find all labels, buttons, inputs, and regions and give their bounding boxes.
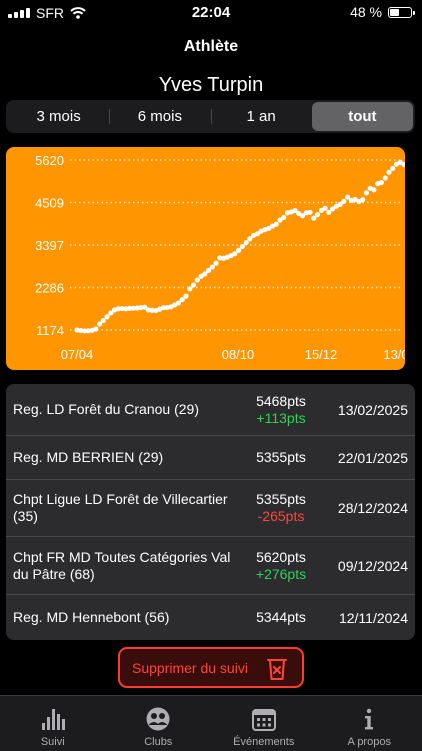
period-segmented-control: 3 mois 6 mois 1 an tout — [6, 100, 415, 133]
data-point — [195, 277, 200, 282]
data-point — [379, 180, 384, 185]
y-tick-label: 2286 — [35, 281, 64, 296]
data-point — [364, 190, 369, 195]
segment-all[interactable]: tout — [312, 102, 413, 131]
data-point — [315, 212, 320, 217]
info-icon — [356, 706, 382, 732]
data-point — [187, 286, 192, 291]
data-point — [213, 261, 218, 266]
result-delta: +276pts — [241, 566, 321, 583]
tab-a-propos[interactable]: A propos — [317, 696, 422, 751]
result-points-cell: 5355pts -265pts — [241, 491, 321, 525]
x-tick-label: 15/12 — [305, 347, 338, 362]
result-date: 28/12/2024 — [321, 500, 415, 516]
result-points-cell: 5355pts — [241, 449, 321, 466]
result-delta: -265pts — [241, 508, 321, 525]
result-name: Chpt Ligue LD Forêt de Villecartier (35) — [6, 491, 241, 525]
data-point — [390, 166, 395, 171]
segment-1-year[interactable]: 1 an — [211, 102, 312, 131]
athlete-name: Yves Turpin — [0, 74, 422, 97]
data-point — [281, 215, 286, 220]
data-point — [210, 264, 215, 269]
result-name: Reg. LD Forêt du Cranou (29) — [6, 401, 241, 418]
tab-label: A propos — [348, 736, 391, 748]
result-row[interactable]: Chpt Ligue LD Forêt de Villecartier (35)… — [6, 480, 415, 537]
result-row[interactable]: Reg. MD BERRIEN (29) 5355pts 22/01/2025 — [6, 436, 415, 480]
result-points: 5620pts — [256, 549, 306, 565]
y-tick-label: 1174 — [36, 323, 64, 338]
result-date: 12/11/2024 — [321, 610, 415, 626]
tab-clubs[interactable]: Clubs — [106, 696, 212, 751]
tab-label: Clubs — [144, 736, 172, 748]
result-points-cell: 5344pts — [241, 609, 321, 626]
tab-evenements[interactable]: Événements — [211, 696, 317, 751]
result-points: 5355pts — [256, 449, 306, 465]
data-point — [183, 294, 188, 299]
calendar-icon — [251, 706, 277, 732]
chart-bars-icon — [40, 706, 66, 732]
result-points: 5355pts — [256, 491, 306, 507]
data-point — [386, 170, 391, 175]
tab-label: Événements — [233, 736, 294, 748]
data-point — [93, 326, 98, 331]
result-points: 5344pts — [256, 609, 306, 625]
battery-percent: 48 % — [350, 4, 382, 20]
result-row[interactable]: Chpt FR MD Toutes Catégories Val du Pâtr… — [6, 537, 415, 595]
results-list: Reg. LD Forêt du Cranou (29) 5468pts +11… — [6, 384, 415, 640]
result-row[interactable]: Reg. LD Forêt du Cranou (29) 5468pts +11… — [6, 384, 415, 436]
data-point — [383, 175, 388, 180]
data-point — [101, 318, 106, 323]
data-point — [240, 244, 245, 249]
segment-3-months[interactable]: 3 mois — [8, 102, 109, 131]
result-delta: +113pts — [241, 410, 321, 427]
result-points-cell: 5468pts +113pts — [241, 393, 321, 427]
x-tick-label: 13/0 — [383, 347, 405, 362]
x-tick-label: 07/04 — [61, 347, 94, 362]
data-point — [341, 199, 346, 204]
segment-6-months[interactable]: 6 mois — [109, 102, 210, 131]
tab-suivi[interactable]: Suivi — [0, 696, 106, 751]
x-tick-label: 08/10 — [222, 347, 255, 362]
group-icon — [145, 706, 171, 732]
y-tick-label: 3397 — [35, 238, 64, 253]
result-date: 09/12/2024 — [321, 558, 415, 574]
data-point — [236, 248, 241, 253]
result-date: 22/01/2025 — [321, 450, 415, 466]
trash-icon — [266, 657, 288, 681]
result-points: 5468pts — [256, 393, 306, 409]
tab-bar: Suivi Clubs Événements A propos — [0, 695, 422, 751]
data-point — [244, 240, 249, 245]
ranking-chart-svg: 5620 4509 3397 2286 1174 07/04 08/10 15/12 13/0 — [6, 147, 405, 370]
battery-group: 48 % — [350, 4, 412, 20]
result-points-cell: 5620pts +276pts — [241, 549, 321, 583]
data-point — [274, 222, 279, 227]
result-row[interactable]: Reg. MD Hennebont (56) 5344pts 12/11/202… — [6, 595, 415, 640]
data-point — [322, 206, 327, 211]
tab-label: Suivi — [41, 736, 65, 748]
data-point — [104, 314, 109, 319]
nav-title: Athlète — [0, 38, 422, 56]
ranking-chart: 5620 4509 3397 2286 1174 07/04 08/10 15/12 13/0 — [6, 147, 405, 370]
status-bar: SFR 22:04 48 % — [0, 0, 422, 26]
data-point — [360, 197, 365, 202]
y-tick-label: 5620 — [35, 153, 64, 168]
unfollow-label: Supprimer du suivi — [132, 660, 248, 676]
result-date: 13/02/2025 — [321, 402, 415, 418]
data-point — [307, 210, 312, 215]
battery-icon — [388, 7, 412, 18]
y-tick-label: 4509 — [35, 196, 64, 211]
data-point — [191, 282, 196, 287]
result-name: Reg. MD Hennebont (56) — [6, 609, 241, 626]
data-point — [371, 187, 376, 192]
result-name: Chpt FR MD Toutes Catégories Val du Pâtr… — [6, 549, 241, 583]
unfollow-button[interactable]: Supprimer du suivi — [118, 647, 304, 688]
result-name: Reg. MD BERRIEN (29) — [6, 449, 241, 466]
